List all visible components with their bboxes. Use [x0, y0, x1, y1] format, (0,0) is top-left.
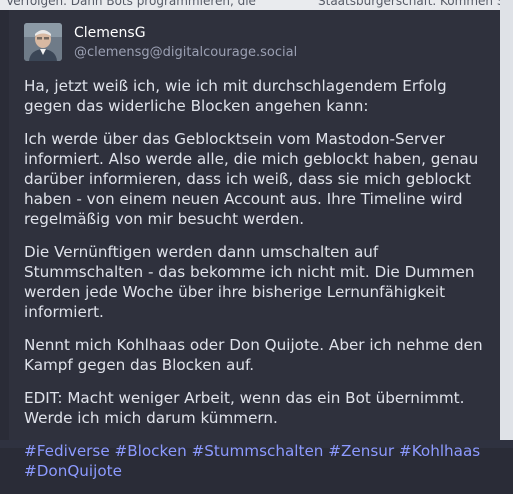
background-page-top: Verfolgen. Dann Bots programmieren, die … [0, 0, 513, 10]
hashtag-link[interactable]: #Stummschalten [192, 442, 324, 460]
background-page-right [500, 0, 513, 448]
post-paragraph: EDIT: Macht weniger Arbeit, wenn das ein… [24, 389, 465, 427]
hashtag-list: #Fediverse #Blocken #Stummschalten #Zens… [24, 441, 489, 481]
hashtag-link[interactable]: #Zensur [328, 442, 394, 460]
avatar[interactable] [24, 23, 62, 61]
hashtag-link[interactable]: #Blocken [115, 442, 187, 460]
hashtag-link[interactable]: #Fediverse [24, 442, 110, 460]
background-text-fragment: Staatsbürgerschaft. Kommen Sie z [318, 0, 513, 8]
post-paragraph: Die Vernünftigen werden dann umschalten … [24, 243, 475, 321]
background-text-fragment: Verfolgen. Dann Bots programmieren, die [6, 0, 256, 8]
avatar-image [24, 23, 62, 61]
post-paragraph: Ha, jetzt weiß ich, wie ich mit durchsch… [24, 77, 447, 115]
display-name[interactable]: ClemensG [74, 25, 146, 41]
account-handle[interactable]: @clemensg@digitalcourage.social [74, 45, 297, 60]
post-paragraph: Nennt mich Kohlhaas oder Don Quijote. Ab… [24, 336, 483, 374]
toot-card: ClemensG @clemensg@digitalcourage.social… [9, 10, 500, 480]
post-content: Ha, jetzt weiß ich, wie ich mit durchsch… [24, 76, 489, 494]
post-paragraph: Ich werde über das Geblocktsein vom Mast… [24, 130, 479, 228]
hashtag-link[interactable]: #DonQuijote [24, 462, 122, 480]
hashtag-link[interactable]: #Kohlhaas [399, 442, 480, 460]
